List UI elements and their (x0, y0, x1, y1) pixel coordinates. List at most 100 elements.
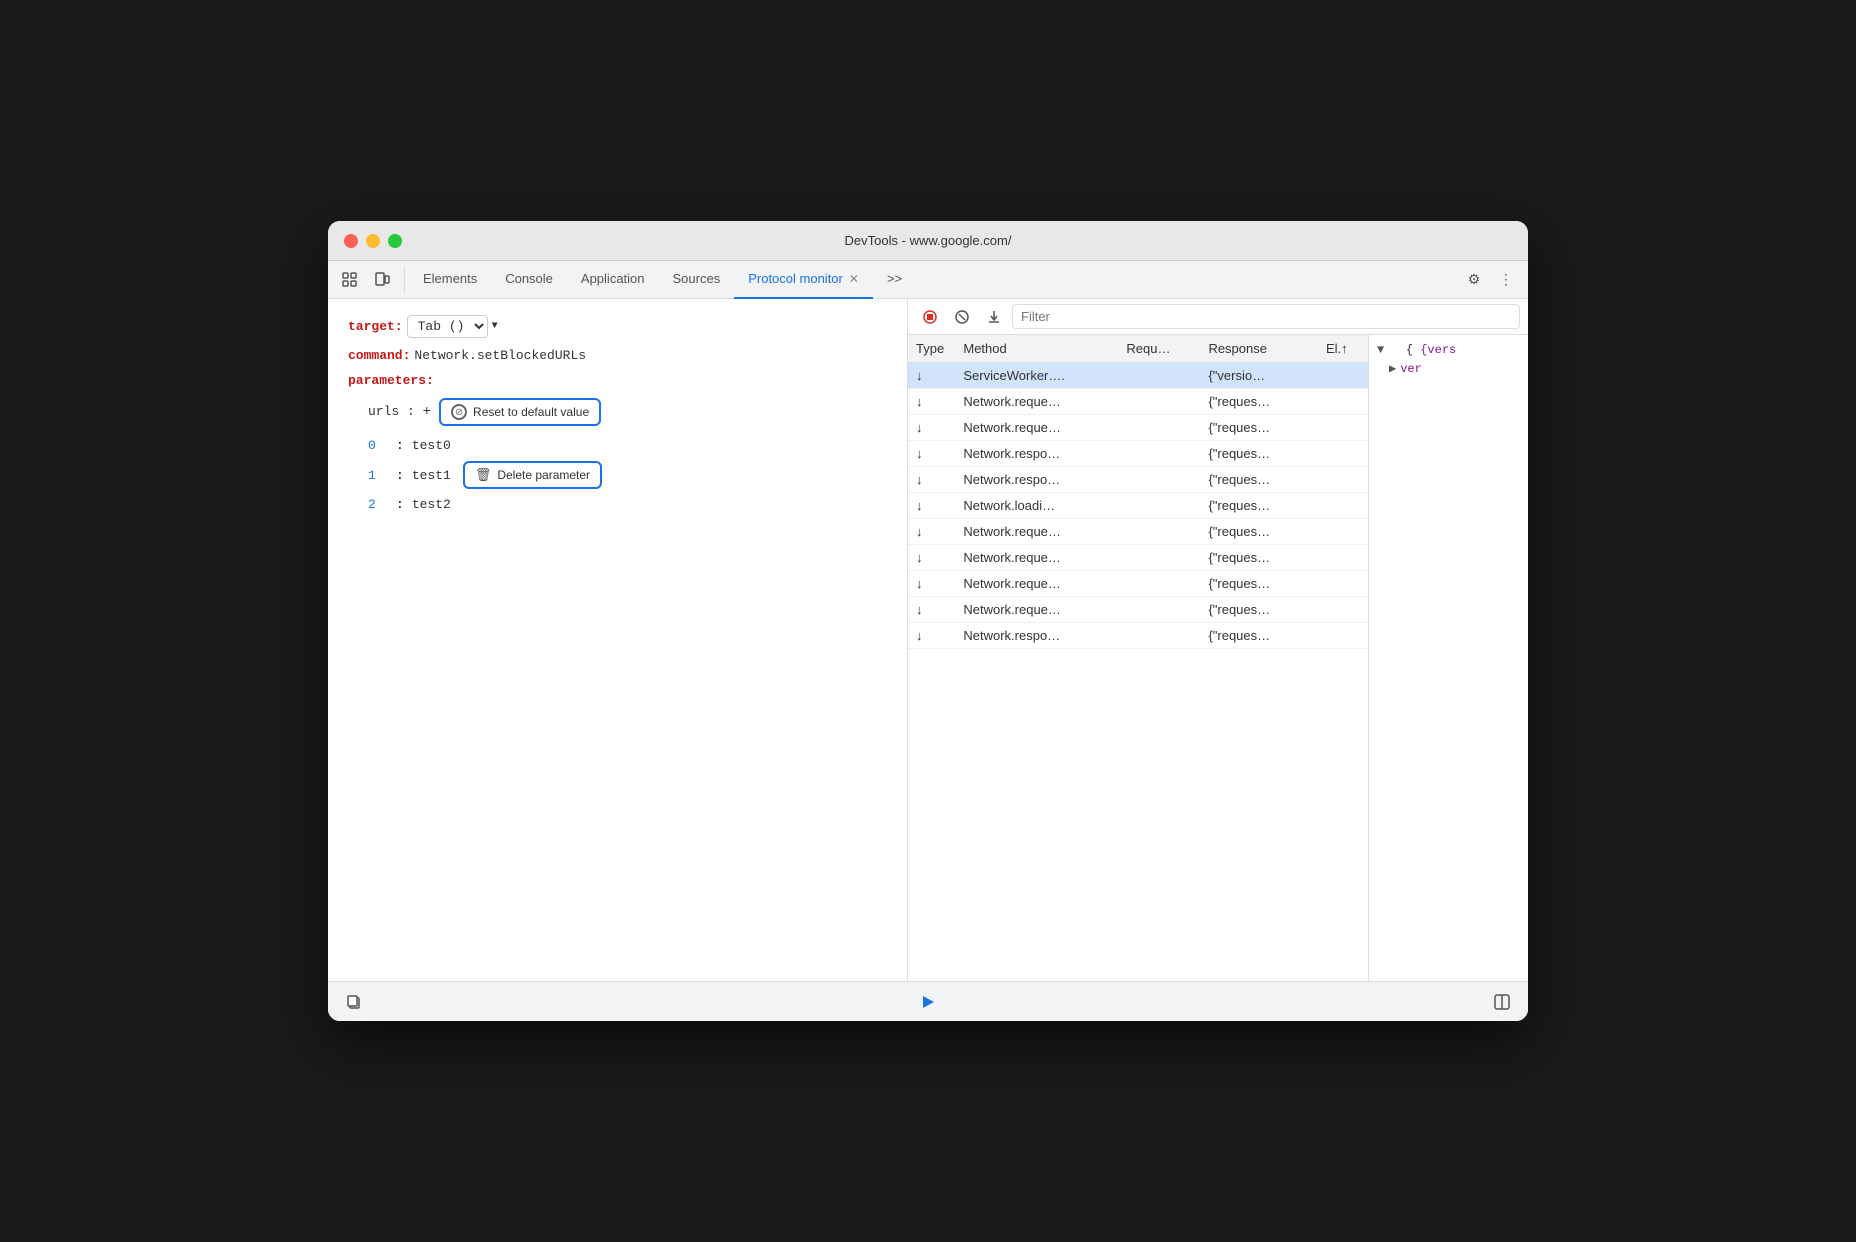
add-url-button[interactable]: + (423, 404, 431, 420)
bottom-center (914, 988, 942, 1016)
device-toggle-icon[interactable] (368, 266, 396, 294)
panel-toggle-button[interactable] (1488, 988, 1516, 1016)
col-header-method[interactable]: Method (955, 335, 1118, 363)
tab-elements[interactable]: Elements (409, 261, 491, 299)
more-options-button[interactable]: ⋮ (1492, 266, 1520, 294)
more-tabs-button[interactable]: >> (873, 261, 916, 299)
left-panel: target: Tab () ▼ command: Network.setBlo… (328, 299, 908, 981)
tab-application[interactable]: Application (567, 261, 659, 299)
minimize-button[interactable] (366, 234, 380, 248)
close-button[interactable] (344, 234, 358, 248)
cell-request (1118, 415, 1200, 441)
cell-method: Network.reque… (955, 519, 1118, 545)
json-child: ▶ ver (1389, 361, 1520, 376)
cell-type: ↓ (908, 545, 955, 571)
table-row[interactable]: ↓ Network.reque… {"reques… (908, 519, 1368, 545)
cell-elapsed (1318, 545, 1368, 571)
settings-button[interactable]: ⚙ (1460, 266, 1488, 294)
cell-elapsed (1318, 363, 1368, 389)
protocol-table-container: Type Method Requ… Response (908, 335, 1368, 981)
devtools-window: DevTools - www.google.com/ (328, 221, 1528, 1021)
table-row[interactable]: ↓ Network.loadi… {"reques… (908, 493, 1368, 519)
cell-request (1118, 623, 1200, 649)
urls-row: urls : + ⊘ Reset to default value (368, 398, 887, 426)
cell-type: ↓ (908, 623, 955, 649)
tab-console[interactable]: Console (491, 261, 567, 299)
target-dropdown[interactable]: Tab () (407, 315, 488, 338)
stop-recording-button[interactable] (916, 303, 944, 331)
right-panel: Type Method Requ… Response (908, 299, 1528, 981)
maximize-button[interactable] (388, 234, 402, 248)
run-command-button[interactable] (914, 988, 942, 1016)
cell-type: ↓ (908, 571, 955, 597)
cell-elapsed (1318, 389, 1368, 415)
cell-elapsed (1318, 519, 1368, 545)
cell-response: {"reques… (1200, 571, 1318, 597)
toolbar-right: ⚙ ⋮ (1460, 266, 1520, 294)
clear-button[interactable] (948, 303, 976, 331)
col-header-elapsed[interactable]: El.↑ (1318, 335, 1368, 363)
reset-to-default-button[interactable]: ⊘ Reset to default value (439, 398, 601, 426)
table-row[interactable]: ↓ Network.respo… {"reques… (908, 441, 1368, 467)
json-expand-icon[interactable]: ▼ (1377, 343, 1384, 357)
index-num-2: 2 (368, 497, 388, 512)
cell-type: ↓ (908, 441, 955, 467)
cell-method: Network.reque… (955, 415, 1118, 441)
cell-response: {"reques… (1200, 415, 1318, 441)
index-value-2: test2 (412, 497, 451, 512)
filter-input[interactable] (1012, 304, 1520, 329)
json-child-label: ver (1400, 362, 1422, 376)
table-row[interactable]: ↓ Network.reque… {"reques… (908, 545, 1368, 571)
bottom-left (340, 988, 368, 1016)
toolbar-icons (336, 266, 405, 294)
cell-elapsed (1318, 597, 1368, 623)
col-header-response[interactable]: Response (1200, 335, 1318, 363)
copy-button[interactable] (340, 988, 368, 1016)
parameters-section: parameters: urls : + ⊘ Reset to default … (348, 373, 887, 512)
parameters-label: parameters: (348, 373, 434, 388)
traffic-lights (344, 234, 402, 248)
cell-response: {"reques… (1200, 545, 1318, 571)
command-value: Network.setBlockedURLs (414, 348, 586, 363)
inspect-icon[interactable] (336, 266, 364, 294)
table-row[interactable]: ↓ Network.reque… {"reques… (908, 571, 1368, 597)
target-row: target: Tab () ▼ (348, 315, 887, 338)
index-num-1: 1 (368, 468, 388, 483)
table-row[interactable]: ↓ Network.respo… {"reques… (908, 623, 1368, 649)
table-row[interactable]: ↓ Network.reque… {"reques… (908, 389, 1368, 415)
cell-response: {"reques… (1200, 597, 1318, 623)
cell-request (1118, 467, 1200, 493)
json-child-expand-icon[interactable]: ▶ (1389, 361, 1396, 376)
devtools-body: Elements Console Application Sources Pro… (328, 261, 1528, 1021)
table-row[interactable]: ↓ Network.reque… {"reques… (908, 415, 1368, 441)
table-body: ↓ ServiceWorker…. {"versio… ↓ Network.re… (908, 363, 1368, 649)
col-header-request[interactable]: Requ… (1118, 335, 1200, 363)
urls-label: urls : + (368, 404, 431, 420)
trash-icon: 🗑 (475, 467, 492, 483)
col-header-type[interactable]: Type (908, 335, 955, 363)
delete-parameter-button[interactable]: 🗑 Delete parameter (463, 461, 602, 489)
cell-response: {"reques… (1200, 467, 1318, 493)
protocol-toolbar (908, 299, 1528, 335)
cell-response: {"reques… (1200, 441, 1318, 467)
main-area: target: Tab () ▼ command: Network.setBlo… (328, 299, 1528, 981)
table-row[interactable]: ↓ ServiceWorker…. {"versio… (908, 363, 1368, 389)
cell-elapsed (1318, 623, 1368, 649)
table-row[interactable]: ↓ Network.reque… {"reques… (908, 597, 1368, 623)
tab-close-icon[interactable]: ✕ (849, 272, 859, 286)
bottom-bar (328, 981, 1528, 1021)
window-title: DevTools - www.google.com/ (845, 233, 1012, 248)
tab-protocol-monitor[interactable]: Protocol monitor ✕ (734, 261, 873, 299)
cell-request (1118, 571, 1200, 597)
json-brace-open: { (1406, 343, 1413, 357)
cell-request (1118, 493, 1200, 519)
json-root-label (1391, 343, 1398, 357)
command-row: command: Network.setBlockedURLs (348, 348, 887, 363)
target-select: Tab () ▼ (407, 315, 498, 338)
download-button[interactable] (980, 303, 1008, 331)
tab-sources[interactable]: Sources (659, 261, 735, 299)
titlebar: DevTools - www.google.com/ (328, 221, 1528, 261)
cell-method: Network.reque… (955, 597, 1118, 623)
table-row[interactable]: ↓ Network.respo… {"reques… (908, 467, 1368, 493)
cell-type: ↓ (908, 493, 955, 519)
